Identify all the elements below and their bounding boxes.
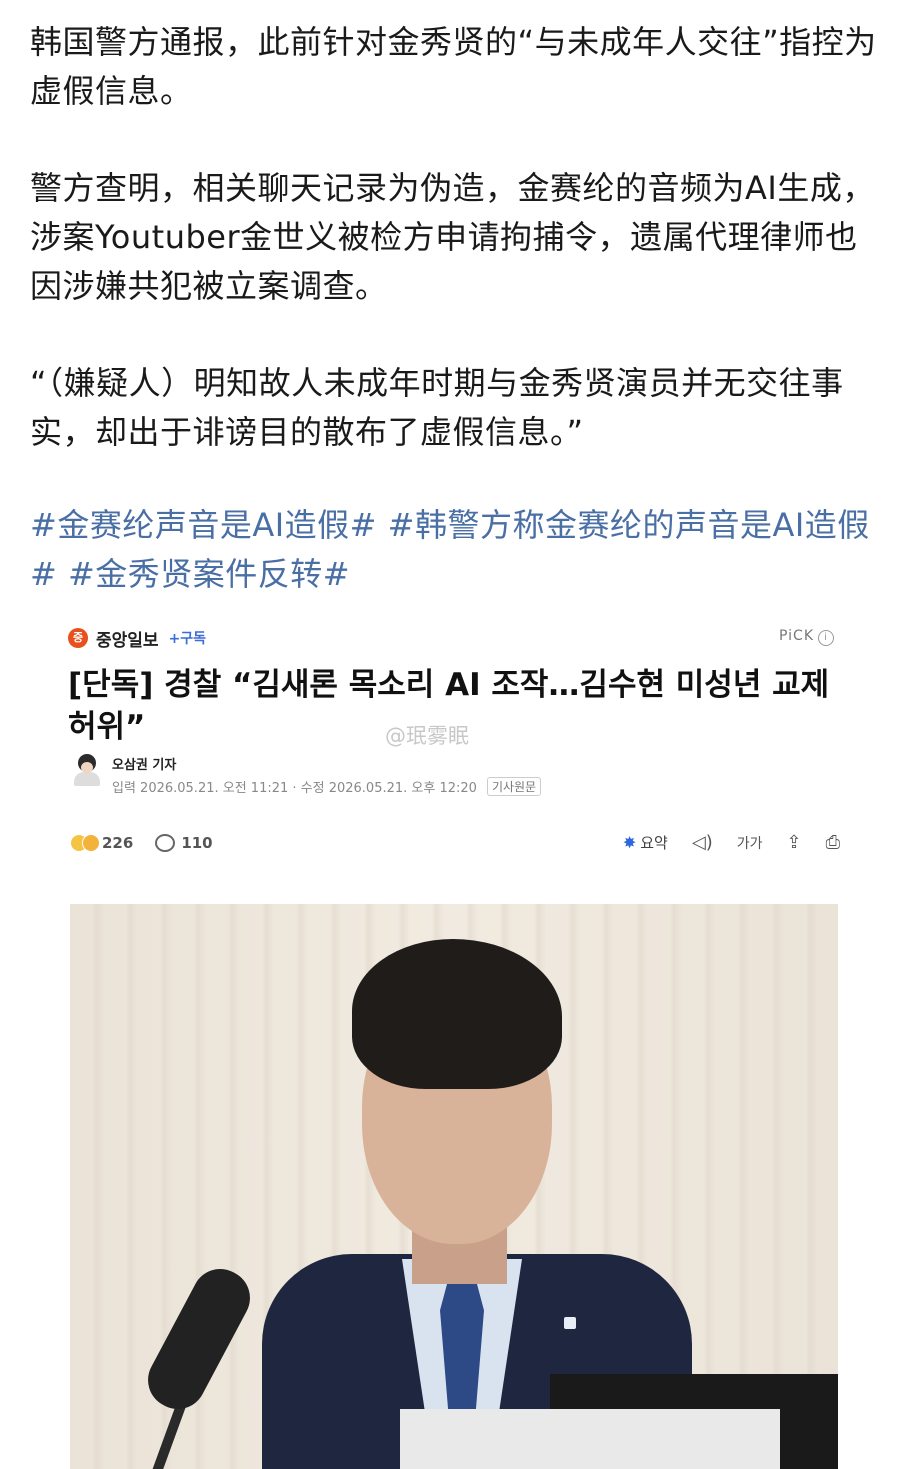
hashtag-link[interactable]: #金赛纶声音是AI造假# [30, 506, 377, 544]
original-article-button[interactable]: 기사원문 [486, 777, 542, 796]
reaction-count: 226 [102, 834, 134, 852]
article-toolbar: ✸ 요약 ◁) 가가 ⇪ ⎙ [623, 832, 840, 853]
pick-label: PiCK [779, 628, 814, 644]
article-photo [70, 904, 838, 1469]
news-logo-icon: 중 [68, 628, 88, 648]
hashtag-link[interactable]: #金秀贤案件反转# [68, 555, 350, 593]
post-paragraph: 警方查明，相关聊天记录为伪造，金赛纶的音频为AI生成，涉案Youtuber金世义… [30, 169, 875, 305]
embedded-news-screenshot[interactable]: 중 중앙일보 +구독 PiCK i [단독] 경찰 “김새론 목소리 AI 조작…… [30, 614, 880, 1469]
date-text: 입력 2026.05.21. 오전 11:21 · 수정 2026.05.21.… [112, 781, 477, 796]
subscribe-button[interactable]: +구독 [169, 628, 207, 648]
engagement-row: 226 110 [70, 832, 213, 854]
hashtag-list: #金赛纶声音是AI造假# #韩警方称金赛纶的声音是AI造假# #金秀贤案件反转# [30, 501, 890, 599]
summary-label: 요약 [640, 834, 668, 852]
font-size-button[interactable]: 가가 [737, 833, 763, 853]
news-source-row: 중 중앙일보 +구독 [68, 626, 207, 651]
watermark: @珉雾眠 [385, 724, 469, 748]
news-source-name: 중앙일보 [96, 630, 159, 651]
podium-top [400, 1409, 780, 1469]
audio-icon[interactable]: ◁) [692, 832, 713, 853]
summary-icon: ✸ [622, 833, 637, 852]
print-icon[interactable]: ⎙ [826, 832, 840, 853]
author-name: 오삼권 기자 [112, 758, 177, 773]
author-avatar-icon [72, 754, 102, 788]
reaction-emoji-icon[interactable] [70, 832, 102, 854]
comment-count: 110 [181, 834, 213, 852]
article-dates: 입력 2026.05.21. 오전 11:21 · 수정 2026.05.21.… [112, 777, 542, 796]
post-paragraph: 韩国警方通报，此前针对金秀贤的“与未成年人交往”指控为虚假信息。 [30, 23, 877, 110]
post-paragraph: “（嫌疑人）明知故人未成年时期与金秀贤演员并无交往事实，却出于诽谤目的散布了虚假… [30, 364, 844, 451]
comment-icon[interactable] [155, 834, 176, 852]
info-icon: i [818, 630, 834, 646]
pick-badge: PiCK i [779, 628, 834, 646]
summary-button[interactable]: ✸ 요약 [623, 832, 668, 853]
share-icon[interactable]: ⇪ [787, 832, 802, 853]
byline: 오삼권 기자 입력 2026.05.21. 오전 11:21 · 수정 2026… [72, 754, 542, 796]
post-body: 韩国警方通报，此前针对金秀贤的“与未成年人交往”指控为虚假信息。 警方查明，相关… [30, 18, 890, 599]
